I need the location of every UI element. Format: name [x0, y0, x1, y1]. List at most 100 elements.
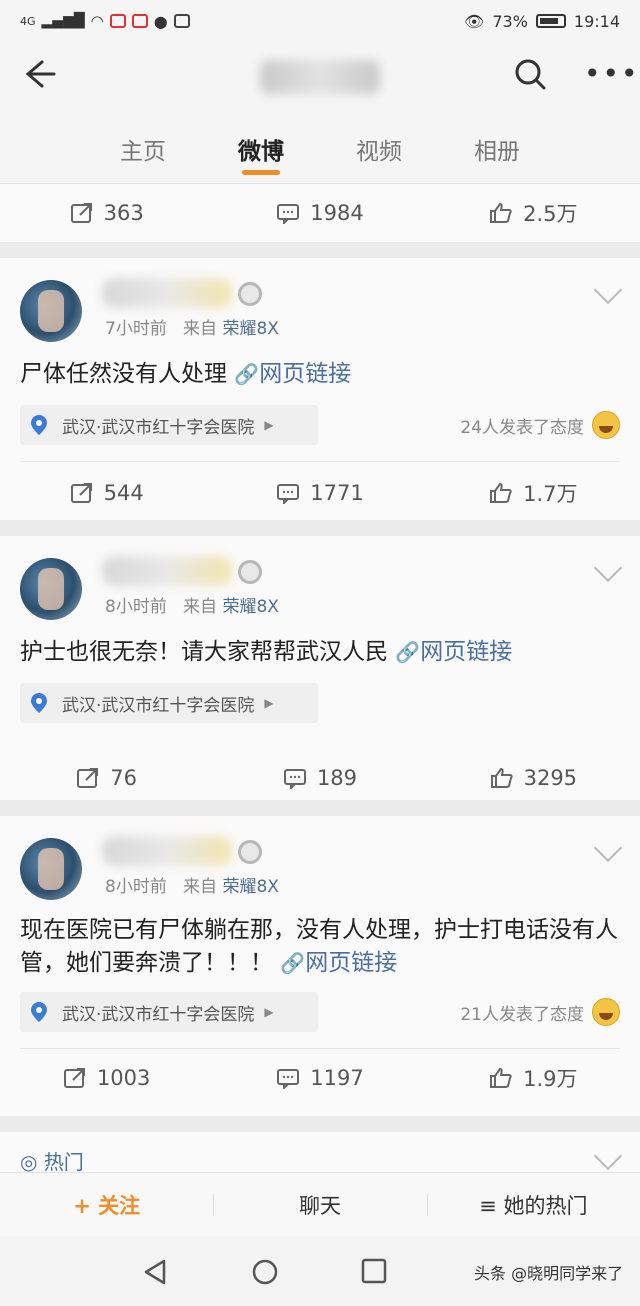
location-row: 武汉·武汉市红十字会医院 ▶ 24人发表了态度 — [20, 405, 620, 445]
comment-button[interactable]: 189 — [213, 766, 426, 790]
post-from: 来自 — [183, 597, 218, 617]
location-chip[interactable]: 武汉·武汉市红十字会医院 ▶ — [20, 405, 318, 445]
location-row: 武汉·武汉市红十字会医院 ▶ — [20, 683, 620, 723]
search-icon[interactable] — [514, 58, 546, 90]
chevron-down-icon[interactable] — [593, 1141, 623, 1171]
repost-button[interactable]: 544 — [0, 481, 213, 505]
like-button[interactable]: 1.9万 — [427, 1063, 640, 1093]
web-link[interactable]: 🔗网页链接 — [280, 950, 397, 976]
location-label: 武汉·武汉市红十字会医院 — [62, 417, 255, 438]
member-badge-icon — [238, 282, 262, 306]
repost-button[interactable]: 363 — [0, 201, 213, 225]
eye-icon: 👁 — [464, 11, 485, 31]
laugh-emoji-icon — [592, 411, 620, 439]
caret-right-icon: ▶ — [264, 696, 274, 710]
post-body: 护士也很无奈！请大家帮帮武汉人民 — [20, 639, 388, 665]
post-actions: 76 189 3295 — [0, 749, 640, 807]
tab-video[interactable]: 视频 — [320, 112, 438, 183]
nav-home-icon[interactable] — [251, 1258, 279, 1286]
member-badge-icon — [238, 840, 262, 864]
comment-button[interactable]: 1984 — [213, 201, 426, 225]
more-icon[interactable]: ••• — [584, 58, 640, 90]
username[interactable] — [102, 278, 232, 308]
post-actions: 544 1771 1.7万 — [0, 464, 640, 522]
chevron-down-icon[interactable] — [593, 553, 623, 583]
laugh-emoji-icon — [592, 998, 620, 1026]
thumbs-up-icon — [490, 482, 512, 503]
web-link[interactable]: 🔗网页链接 — [395, 639, 512, 665]
hot-label-text: 热门 — [43, 1150, 84, 1174]
attitude-summary[interactable]: 24人发表了态度 — [460, 411, 620, 439]
location-label: 武汉·武汉市红十字会医院 — [62, 1004, 255, 1025]
attitude-label: 21人发表了态度 — [460, 1004, 584, 1025]
divider — [20, 461, 620, 462]
avatar[interactable] — [20, 280, 82, 342]
location-chip[interactable]: 武汉·武汉市红十字会医院 ▶ — [20, 992, 318, 1032]
thumbs-up-icon — [490, 202, 512, 223]
like-count: 1.7万 — [523, 482, 578, 506]
back-arrow-icon[interactable] — [20, 56, 60, 96]
like-count: 2.5万 — [523, 202, 578, 226]
post-actions: 1003 1197 1.9万 — [0, 1049, 640, 1107]
repost-icon — [77, 768, 99, 788]
post-card: 8小时前 来自 荣耀8X 护士也很无奈！请大家帮帮武汉人民 🔗网页链接 武汉·武… — [0, 536, 640, 800]
clock: 19:14 — [573, 11, 620, 31]
comment-icon — [277, 204, 300, 224]
nav-recent-icon[interactable] — [361, 1258, 387, 1284]
app-icon — [131, 14, 148, 28]
web-link-label: 网页链接 — [420, 639, 513, 665]
post-from: 来自 — [183, 877, 218, 897]
like-button[interactable]: 2.5万 — [427, 198, 640, 228]
member-badge-icon — [238, 560, 262, 584]
attitude-summary[interactable]: 21人发表了态度 — [460, 998, 620, 1026]
caret-right-icon: ▶ — [264, 1005, 274, 1019]
tab-weibo[interactable]: 微博 — [202, 112, 320, 183]
post-device: 荣耀8X — [222, 597, 279, 617]
nav-back-icon[interactable] — [142, 1258, 168, 1286]
repost-button[interactable]: 1003 — [0, 1066, 213, 1090]
like-button[interactable]: 3295 — [427, 766, 640, 790]
card-gap — [0, 242, 640, 258]
avatar[interactable] — [20, 838, 82, 900]
repost-count: 1003 — [96, 1066, 151, 1090]
chevron-down-icon[interactable] — [593, 833, 623, 863]
tab-album[interactable]: 相册 — [438, 112, 556, 183]
comment-button[interactable]: 1771 — [213, 481, 426, 505]
post-header: 7小时前 来自 荣耀8X — [0, 258, 640, 350]
comment-button[interactable]: 1197 — [213, 1066, 426, 1090]
profile-bottom-bar: + 关注 聊天 ≡ 她的热门 — [0, 1172, 640, 1236]
profile-tabs: 主页 微博 视频 相册 — [0, 112, 640, 184]
post-body: 尸体任然没有人处理 — [20, 361, 227, 387]
comment-icon — [277, 1069, 300, 1089]
username[interactable] — [102, 836, 232, 866]
hot-label[interactable]: ◎ 热门 — [20, 1146, 84, 1175]
signal-icon: ▂▄▆█ — [41, 13, 85, 29]
web-link[interactable]: 🔗网页链接 — [234, 361, 351, 387]
location-chip[interactable]: 武汉·武汉市红十字会医院 ▶ — [20, 683, 318, 723]
post-card: 7小时前 来自 荣耀8X 尸体任然没有人处理 🔗网页链接 武汉·武汉市红十字会医… — [0, 258, 640, 520]
post-time: 7小时前 — [105, 319, 167, 339]
comment-icon — [283, 769, 306, 789]
card-gap — [0, 520, 640, 536]
chat-button[interactable]: 聊天 — [213, 1190, 426, 1220]
username[interactable] — [102, 556, 232, 586]
avatar[interactable] — [20, 558, 82, 620]
post-meta: 7小时前 来自 荣耀8X — [105, 314, 279, 339]
tab-home[interactable]: 主页 — [84, 112, 202, 183]
post-text: 现在医院已有尸体躺在那，没有人处理，护士打电话没有人管，她们要奔溃了！！！ 🔗网… — [0, 914, 640, 980]
card-gap — [0, 800, 640, 816]
comment-count: 189 — [316, 766, 358, 790]
page-title — [260, 60, 380, 94]
comment-icon — [277, 484, 300, 504]
comment-count: 1984 — [310, 201, 364, 225]
post-from: 来自 — [183, 319, 218, 339]
like-count: 1.9万 — [523, 1067, 578, 1091]
her-hot-button[interactable]: ≡ 她的热门 — [426, 1190, 640, 1220]
web-link-label: 网页链接 — [305, 950, 398, 976]
repost-button[interactable]: 76 — [0, 766, 213, 790]
post-meta: 8小时前 来自 荣耀8X — [105, 872, 279, 897]
repost-icon — [70, 483, 92, 503]
like-button[interactable]: 1.7万 — [427, 478, 640, 508]
chevron-down-icon[interactable] — [593, 275, 623, 305]
follow-button[interactable]: + 关注 — [0, 1190, 213, 1220]
